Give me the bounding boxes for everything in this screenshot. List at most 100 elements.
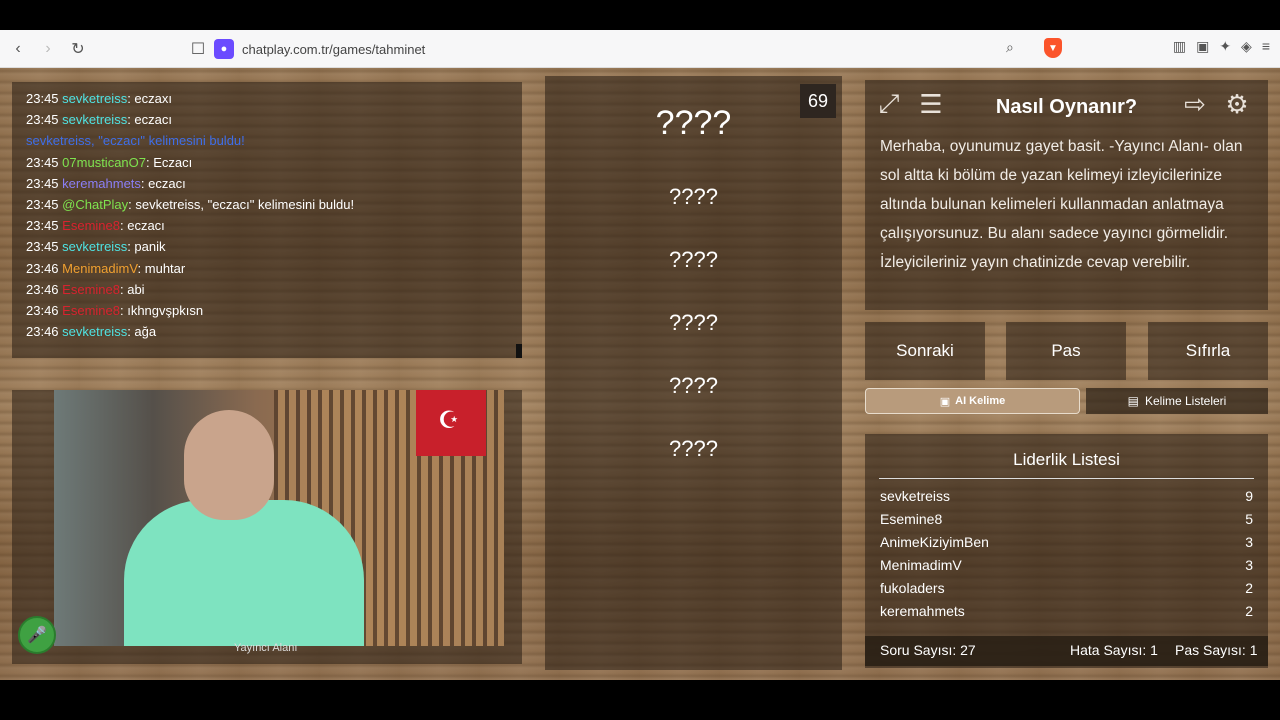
chat-username: sevketreiss, "eczacı" kelimesini buldu! [26,133,245,149]
chat-message: 23:46 Esemine8: ıkhngvşpkısn [26,300,522,321]
chat-message: 23:45 sevketreiss: eczaxı [26,88,522,109]
main-word: ???? [655,104,732,142]
how-to-play-text: Merhaba, oyunumuz gayet basit. -Yayıncı … [880,138,1243,271]
sidebar-icon[interactable]: ▥ [1173,38,1186,55]
word-lists-label: Kelime Listeleri [1144,394,1227,408]
forbidden-word: ???? [669,184,718,209]
chat-message: 23:46 Esemine8: abi [26,279,522,300]
player-score: 3 [1245,557,1253,573]
chat-time: 23:45 [26,218,59,234]
reset-button[interactable]: Sıfırla [1148,322,1268,380]
words-panel: 69 ???? ???? ???? ???? ???? ???? [545,76,842,670]
streamer-body [124,500,364,646]
chat-username: 07musticanO7 [62,154,146,170]
robot-icon: ▣ [939,395,951,408]
chat-message: 23:46 MenimadimV: muhtar [26,258,522,279]
webcam-feed: ☪ [54,390,504,646]
wallet-icon[interactable]: ▣ [1196,38,1209,55]
streamer-area: ☪ Yayıncı Alanı 🎤 [12,390,522,664]
chat-username: Esemine8 [62,302,120,318]
chat-text: : sevketreiss, "eczacı" kelimesini buldu… [128,196,355,212]
ai-word-label: AI Kelime [955,395,1006,407]
player-score: 9 [1245,488,1253,504]
player-score: 5 [1245,511,1253,527]
chat-text: : abi [119,281,145,297]
url-text[interactable]: chatplay.com.tr/games/tahminet [242,42,425,57]
chat-message: 23:45 Esemine8: eczacı [26,215,522,236]
next-button[interactable]: Sonraki [865,322,985,380]
leo-ai-icon[interactable]: ✦ [1219,38,1231,55]
chat-message: 23:45 07musticanO7: Eczacı [26,152,522,173]
vpn-icon[interactable]: ◈ [1241,38,1252,55]
player-score: 3 [1245,534,1253,550]
top-black-bar [0,0,1280,30]
chat-username: MenimadimV [62,260,138,276]
chat-time: 23:46 [26,324,59,340]
pass-button[interactable]: Pas [1006,322,1126,380]
chat-message: 23:45 @ChatPlay: sevketreiss, "eczacı" k… [26,194,522,215]
player-name: Esemine8 [880,511,943,527]
leaderboard-row: sevketreiss 9 [880,488,1253,504]
chat-time: 23:46 [26,281,59,297]
logout-icon[interactable]: ⇨ [1177,86,1213,122]
browser-toolbar: ‹ › ↻ ☐ ● chatplay.com.tr/games/tahminet… [0,30,1280,68]
chat-time: 23:45 [26,175,59,191]
chat-username: Esemine8 [62,281,120,297]
leaderboard-title: Liderlik Listesi [879,450,1254,479]
forbidden-word: ???? [669,373,718,398]
chat-scrollbar[interactable] [516,344,522,358]
chat-username: sevketreiss [62,112,128,128]
reload-icon[interactable]: ↻ [66,37,90,61]
stats-bar: Soru Sayısı: 27 Hata Sayısı: 1 Pas Sayıs… [865,636,1268,666]
chat-message: 23:45 sevketreiss: panik [26,236,522,257]
chat-text: : eczaxı [127,91,172,106]
leaderboard-row: Esemine8 5 [880,511,1253,527]
brave-shield-icon[interactable]: ▼ [1044,38,1062,58]
chat-time: 23:45 [26,112,59,128]
turkish-flag: ☪ [416,390,486,456]
gear-icon[interactable]: ⚙ [1219,86,1255,122]
player-name: keremahmets [880,603,965,619]
forward-icon[interactable]: › [36,37,60,61]
chat-time: 23:45 [26,239,59,255]
chat-text: : muhtar [137,260,186,276]
chat-panel: 23:45 sevketreiss: eczaxı 23:45 sevketrei… [12,82,522,358]
question-count: Soru Sayısı: 27 [880,642,976,658]
ai-word-button[interactable]: ▣ AI Kelime [865,388,1080,414]
forbidden-word: ???? [669,436,718,461]
player-name: sevketreiss [880,488,951,504]
address-bar[interactable]: ● chatplay.com.tr/games/tahminet ⌕ ▼ [210,36,1062,62]
error-count: Hata Sayısı: 1 [1070,642,1158,658]
chat-text: : eczacı [127,112,172,128]
leaderboard-row: fukoladers 2 [880,580,1253,596]
zoom-icon[interactable]: ⌕ [1006,39,1014,56]
chat-message: sevketreiss, "eczacı" kelimesini buldu! [26,130,522,151]
list-icon: ▤ [1127,394,1139,408]
chat-message: 23:45 sevketreiss: eczacı [26,109,522,130]
player-name: fukoladers [880,580,945,596]
player-name: MenimadimV [880,557,962,573]
mic-icon[interactable]: 🎤 [18,616,56,654]
chat-text: : eczacı [119,218,165,234]
mic-permission-icon[interactable]: ● [214,39,234,59]
leaderboard-row: AnimeKiziyimBen 3 [880,534,1253,550]
chat-time: 23:46 [26,260,59,276]
chat-text: : ağa [127,324,157,340]
chat-username: keremahmets [62,175,141,191]
chat-username: @ChatPlay [62,196,129,212]
bookmark-icon[interactable]: ☐ [186,37,210,61]
chat-time: 23:46 [26,302,59,318]
back-icon[interactable]: ‹ [6,37,30,61]
word-lists-button[interactable]: ▤ Kelime Listeleri [1086,388,1268,414]
chat-time: 23:45 [26,154,59,170]
player-score: 2 [1245,580,1253,596]
chat-text: : Eczacı [146,154,193,170]
chat-message: 23:45 keremahmets: eczacı [26,173,522,194]
menu-icon[interactable]: ≡ [1262,38,1270,55]
leaderboard-row: MenimadimV 3 [880,557,1253,573]
forbidden-word: ???? [669,247,718,272]
chat-message: 23:46 sevketreiss: ağa [26,321,522,342]
chat-username: sevketreiss [62,239,128,255]
chat-time: 23:45 [26,196,59,212]
how-to-play-panel: ⤢ ☰ Nasıl Oynanır? ⇨ ⚙ Merhaba, oyunumuz… [865,80,1268,310]
